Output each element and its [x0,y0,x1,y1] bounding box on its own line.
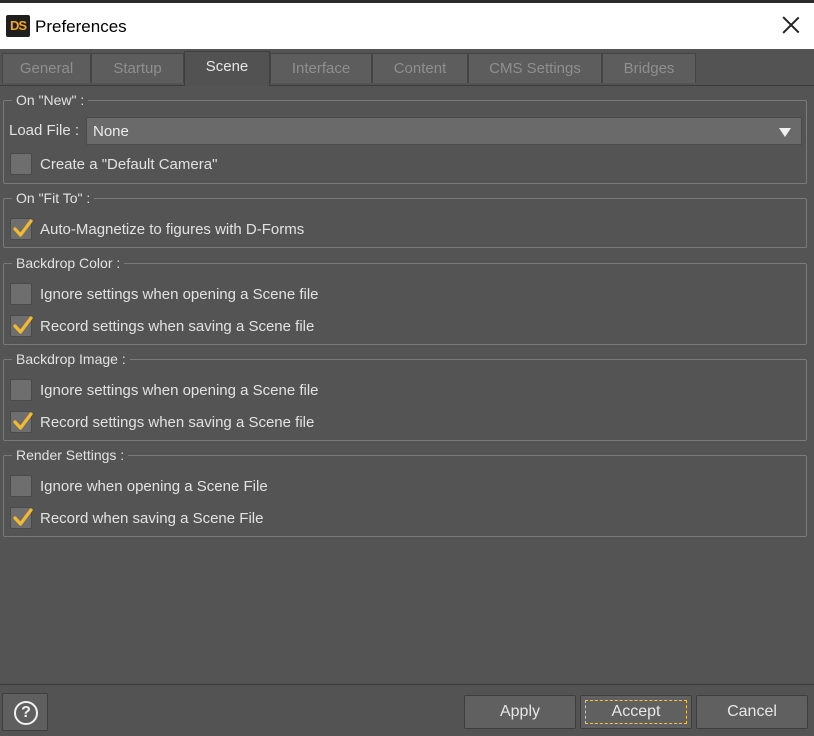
backdrop-color-ignore-label: Ignore settings when opening a Scene fil… [40,285,319,303]
default-camera-checkbox[interactable] [10,153,32,175]
checkmark-icon [13,412,33,430]
dialog-footer: ? Apply Accept Cancel [0,684,814,736]
close-icon[interactable] [778,12,804,38]
default-camera-row[interactable]: Create a "Default Camera" [10,152,217,176]
apply-button[interactable]: Apply [464,695,576,729]
chevron-down-icon [779,128,791,137]
group-backdrop-image: Backdrop Image : Ignore settings when op… [3,350,807,441]
window-title: Preferences [35,17,127,36]
render-ignore-row[interactable]: Ignore when opening a Scene File [10,474,268,498]
tab-cms-settings[interactable]: CMS Settings [468,53,602,83]
daz-studio-logo-icon: DS [6,15,30,37]
cancel-button[interactable]: Cancel [696,695,808,729]
backdrop-image-record-checkbox[interactable] [10,411,33,433]
render-record-row[interactable]: Record when saving a Scene File [10,506,263,530]
load-file-value: None [93,123,129,140]
default-camera-label: Create a "Default Camera" [40,155,218,173]
group-title: On "Fit To" : [12,189,95,207]
render-record-checkbox[interactable] [10,507,33,529]
accept-button[interactable]: Accept [580,695,692,729]
group-title: On "New" : [12,91,89,109]
tab-bridges[interactable]: Bridges [602,53,696,83]
group-title: Render Settings : [12,446,129,464]
checkmark-icon [13,316,33,334]
accept-label: Accept [611,703,661,720]
render-record-label: Record when saving a Scene File [40,509,264,527]
auto-magnetize-row[interactable]: Auto-Magnetize to figures with D-Forms [10,217,304,241]
group-backdrop-color: Backdrop Color : Ignore settings when op… [3,254,807,345]
tab-general[interactable]: General [2,53,91,83]
backdrop-image-ignore-label: Ignore settings when opening a Scene fil… [40,381,319,399]
backdrop-image-ignore-row[interactable]: Ignore settings when opening a Scene fil… [10,378,319,402]
backdrop-image-ignore-checkbox[interactable] [10,379,32,401]
backdrop-color-record-checkbox[interactable] [10,315,33,337]
backdrop-color-ignore-row[interactable]: Ignore settings when opening a Scene fil… [10,282,319,306]
group-title: Backdrop Image : [12,350,130,368]
tab-content[interactable]: Content [372,53,468,83]
auto-magnetize-checkbox[interactable] [10,218,33,240]
backdrop-color-record-label: Record settings when saving a Scene file [40,317,315,335]
tab-scene[interactable]: Scene [184,51,270,86]
checkmark-icon [13,219,33,237]
backdrop-image-record-row[interactable]: Record settings when saving a Scene file [10,410,314,434]
backdrop-color-ignore-checkbox[interactable] [10,283,32,305]
backdrop-color-record-row[interactable]: Record settings when saving a Scene file [10,314,314,338]
group-on-new: On "New" : Load File : None Create a "De… [3,91,807,184]
help-button[interactable]: ? [2,693,48,731]
tab-bar: General Startup Scene Interface Content … [0,51,814,86]
tab-startup[interactable]: Startup [91,53,184,83]
group-title: Backdrop Color : [12,254,125,272]
auto-magnetize-label: Auto-Magnetize to figures with D-Forms [40,220,305,238]
tab-interface[interactable]: Interface [270,53,372,83]
checkmark-icon [13,508,33,526]
load-file-select[interactable]: None [86,117,802,145]
render-ignore-checkbox[interactable] [10,475,32,497]
load-file-label: Load File : [9,122,80,139]
title-bar: DS Preferences [0,3,814,49]
group-on-fit-to: On "Fit To" : Auto-Magnetize to figures … [3,189,807,248]
backdrop-image-record-label: Record settings when saving a Scene file [40,413,315,431]
group-render-settings: Render Settings : Ignore when opening a … [3,446,807,537]
help-icon: ? [14,701,38,725]
render-ignore-label: Ignore when opening a Scene File [40,477,268,495]
